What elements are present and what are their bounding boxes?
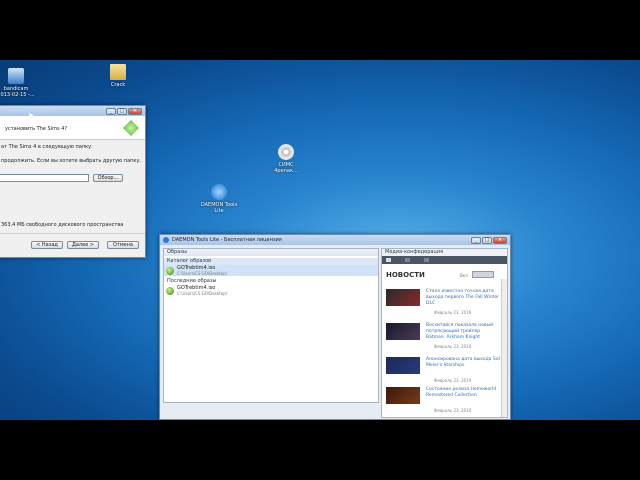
tab-media-icon[interactable] bbox=[405, 258, 410, 262]
daemon-app-icon bbox=[163, 237, 169, 243]
plumbob-icon bbox=[123, 120, 139, 136]
catalog-header: Каталог образов bbox=[164, 258, 378, 265]
news-item[interactable]: Состояние релиза Homeworld Remastered Co… bbox=[386, 387, 500, 415]
image-path: C:\Users\CS GO\Desktop\ bbox=[177, 270, 228, 276]
daemon-title: DAEMON Tools Lite - Бесплатная лицензия bbox=[172, 237, 282, 243]
minimize-button[interactable]: _ bbox=[471, 236, 481, 244]
recent-header: Последние образы bbox=[164, 278, 378, 285]
news-thumbnail bbox=[386, 323, 420, 340]
installer-desc: ат The Sims 4 в следующую папку. bbox=[1, 144, 93, 150]
news-headline[interactable]: Анонсирована дата выхода Sid Meier's Sta… bbox=[426, 357, 500, 369]
installer-question: установить The Sims 4? bbox=[5, 126, 68, 132]
news-title: НОВОСТИ bbox=[386, 271, 425, 279]
news-headline[interactable]: Стало известно точная дата выхода первог… bbox=[426, 289, 500, 307]
install-path-field[interactable] bbox=[0, 174, 89, 182]
catalog-image-item[interactable]: GOTrebtim4.iso C:\Users\CS GO\Desktop\ bbox=[164, 265, 378, 276]
news-thumbnail bbox=[386, 289, 420, 306]
disc-image-icon bbox=[166, 286, 174, 295]
close-button[interactable]: × bbox=[493, 236, 507, 244]
news-scrollbar[interactable] bbox=[501, 279, 507, 417]
desktop-icon-label: СИМС 4репак... bbox=[274, 162, 298, 174]
close-button[interactable]: × bbox=[128, 107, 142, 115]
installer-window: _ □ × установить The Sims 4? ат The Sims… bbox=[0, 105, 146, 258]
news-date: Февраль 23, 2019 bbox=[434, 344, 472, 349]
news-item[interactable]: Анонсирована дата выхода Sid Meier's Sta… bbox=[386, 357, 500, 385]
recent-image-item[interactable]: GOTrebtim4.iso C:\Users\CS GO\Desktop\ bbox=[164, 285, 378, 296]
image-path: C:\Users\CS GO\Desktop\ bbox=[177, 290, 228, 296]
news-date: Февраль 23, 2019 bbox=[434, 408, 472, 413]
installer-titlebar: _ □ × bbox=[0, 106, 145, 116]
toggle-label: Вкл bbox=[460, 273, 468, 278]
media-panel: Медиа-конфедерация НОВОСТИ Вкл Стало изв… bbox=[381, 248, 508, 418]
cancel-button[interactable]: Отмена bbox=[107, 241, 139, 249]
news-date: Февраль 23, 2019 bbox=[434, 378, 472, 383]
next-button[interactable]: Далее > bbox=[67, 241, 99, 249]
desktop-icon-label: bandicam 2013-02-15 -... bbox=[0, 86, 35, 98]
tab-tools-icon[interactable] bbox=[424, 258, 429, 262]
daemon-tools-icon bbox=[211, 184, 227, 200]
media-header: Медиа-конфедерация bbox=[382, 249, 507, 256]
images-panel: Образы Каталог образов GOTrebtim4.iso C:… bbox=[163, 248, 379, 403]
desktop: bandicam 2013-02-15 -... Crack СИМС 4реп… bbox=[0, 60, 640, 420]
news-item[interactable]: Восхитайся показала новый потрясающий тр… bbox=[386, 323, 500, 351]
news-thumbnail bbox=[386, 357, 420, 374]
maximize-button[interactable]: □ bbox=[482, 236, 492, 244]
divider bbox=[0, 233, 145, 234]
tab-news-icon[interactable] bbox=[386, 258, 391, 262]
news-thumbnail bbox=[386, 387, 420, 404]
back-button[interactable]: < Назад bbox=[31, 241, 63, 249]
disc-image-icon bbox=[166, 266, 174, 275]
folder-icon bbox=[110, 64, 126, 80]
media-tabbar bbox=[382, 256, 507, 264]
disk-space-label: 363,4 МБ свободного дискового пространст… bbox=[1, 222, 124, 228]
daemon-tools-window: DAEMON Tools Lite - Бесплатная лицензия … bbox=[159, 234, 511, 420]
disc-image-icon bbox=[278, 144, 294, 160]
installer-header: установить The Sims 4? bbox=[0, 116, 145, 140]
desktop-icon-label: DAEMON Tools Lite bbox=[200, 202, 238, 214]
desktop-icon-sims-repack[interactable]: СИМС 4репак... bbox=[266, 144, 306, 174]
news-headline[interactable]: Состояние релиза Homeworld Remastered Co… bbox=[426, 387, 500, 399]
news-headline[interactable]: Восхитайся показала новый потрясающий тр… bbox=[426, 323, 500, 341]
video-file-icon bbox=[8, 68, 24, 84]
news-toggle[interactable] bbox=[472, 271, 494, 278]
desktop-icon-daemon-tools[interactable]: DAEMON Tools Lite bbox=[199, 184, 239, 214]
browse-button[interactable]: Обзор... bbox=[93, 174, 123, 182]
desktop-icon-bandicam[interactable]: bandicam 2013-02-15 -... bbox=[0, 68, 36, 98]
images-header: Образы bbox=[164, 249, 378, 256]
maximize-button[interactable]: □ bbox=[117, 107, 127, 115]
desktop-icon-crack[interactable]: Crack bbox=[98, 64, 138, 88]
daemon-titlebar: DAEMON Tools Lite - Бесплатная лицензия … bbox=[160, 235, 510, 245]
installer-desc-2: продолжить. Если вы хотите выбрать другу… bbox=[1, 158, 141, 164]
minimize-button[interactable]: _ bbox=[106, 107, 116, 115]
news-item[interactable]: Стало известно точная дата выхода первог… bbox=[386, 289, 500, 317]
news-date: Февраль 23, 2019 bbox=[434, 310, 472, 315]
desktop-icon-label: Crack bbox=[110, 82, 126, 88]
